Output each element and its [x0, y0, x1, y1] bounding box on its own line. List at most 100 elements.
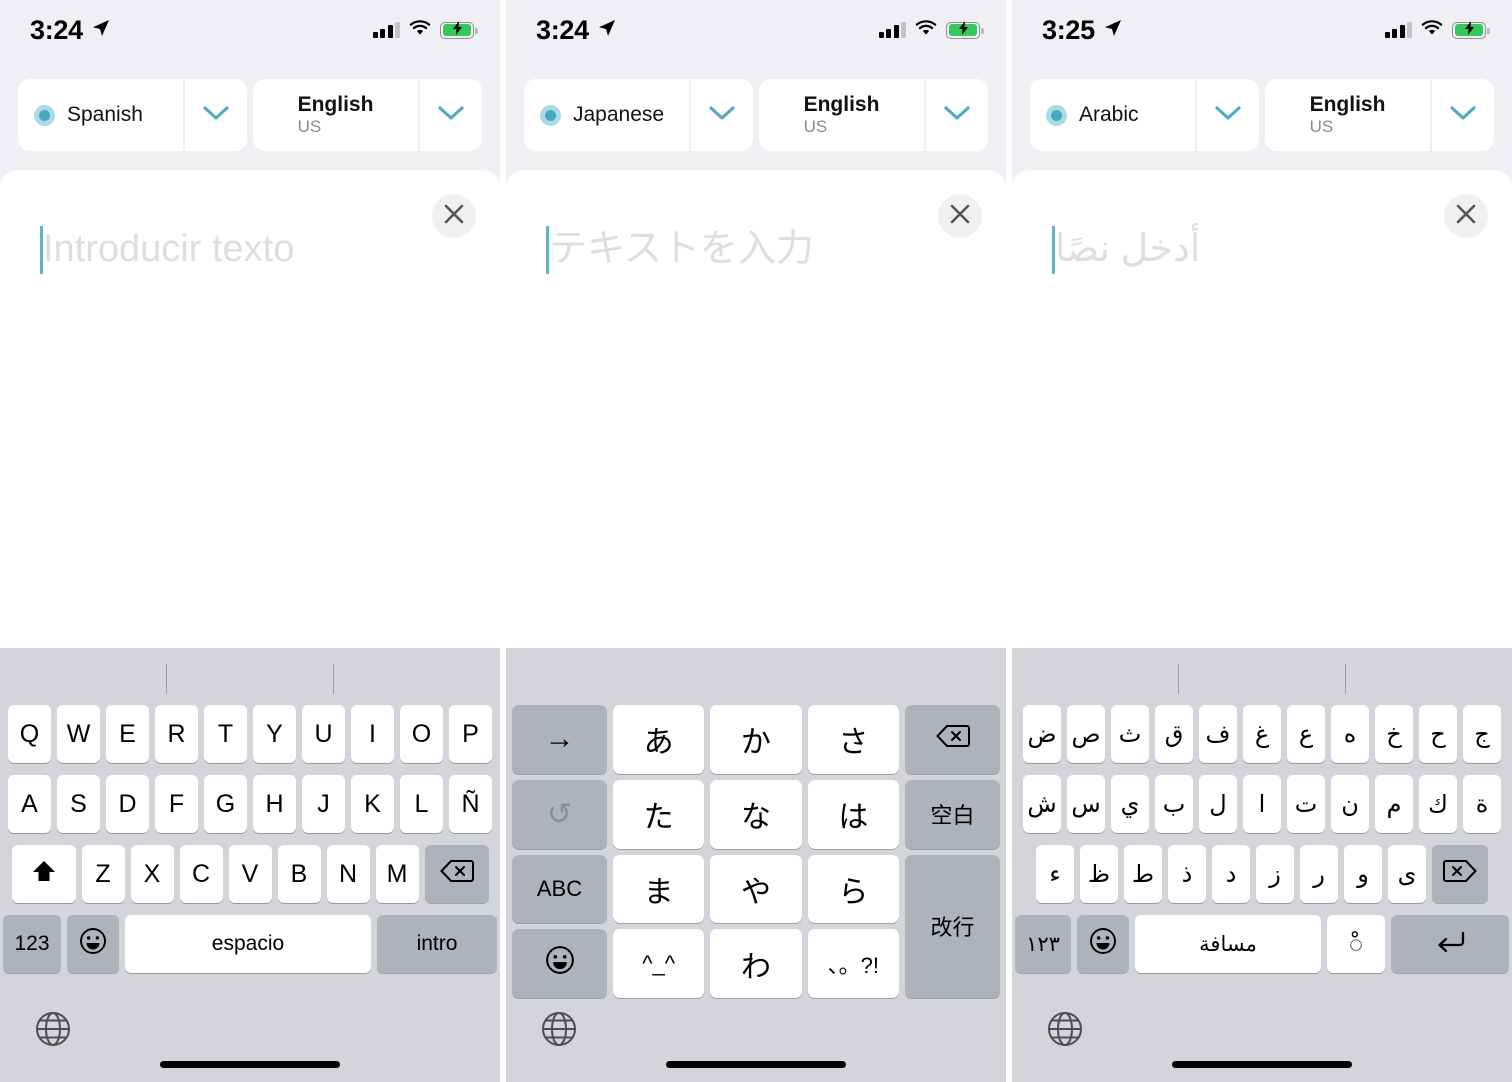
return-key[interactable]: intro — [377, 915, 497, 973]
emoji-key[interactable] — [1077, 915, 1129, 973]
kana-ya-key[interactable]: や — [710, 854, 802, 924]
key-f[interactable]: F — [155, 775, 198, 833]
key-ta-marbuta[interactable]: ة — [1463, 775, 1501, 833]
delete-key[interactable] — [1432, 845, 1488, 903]
kana-ra-key[interactable]: ら — [807, 854, 899, 924]
key-d[interactable]: D — [106, 775, 149, 833]
key-fa[interactable]: ف — [1199, 705, 1237, 763]
key-y[interactable]: Y — [253, 705, 296, 763]
key-o[interactable]: O — [400, 705, 443, 763]
globe-icon[interactable] — [34, 1010, 72, 1053]
source-language-display[interactable]: Spanish — [18, 79, 183, 151]
source-language-selector[interactable]: Arabic — [1030, 79, 1259, 151]
key-hamza[interactable]: ء — [1036, 845, 1074, 903]
key-r[interactable]: R — [155, 705, 198, 763]
target-language-dropdown-button[interactable] — [1432, 79, 1494, 151]
suggestion-bar[interactable] — [506, 648, 1006, 705]
clear-text-button[interactable] — [1444, 194, 1488, 238]
key-alef[interactable]: ا — [1243, 775, 1281, 833]
space-key[interactable]: مسافة — [1135, 915, 1321, 973]
key-seen[interactable]: س — [1067, 775, 1105, 833]
target-language-selector[interactable]: English US — [253, 79, 482, 151]
key-q[interactable]: Q — [8, 705, 51, 763]
key-u[interactable]: U — [302, 705, 345, 763]
key-k[interactable]: K — [351, 775, 394, 833]
key-alef-maqsura[interactable]: ى — [1388, 845, 1426, 903]
keyboard-japanese[interactable]: → あ か さ ↺ た な は 空白 ABC ま や ら 改行 ^_^ わ 、。… — [506, 648, 1006, 1082]
punctuation-key[interactable]: 、。?! — [807, 929, 899, 998]
delete-key[interactable] — [424, 845, 489, 903]
kana-sa-key[interactable]: さ — [807, 705, 899, 774]
keyboard-spanish[interactable]: Q W E R T Y U I O P A S D F G H J K L Ñ … — [0, 648, 500, 1082]
key-dhal[interactable]: ذ — [1168, 845, 1206, 903]
key-waw[interactable]: و — [1344, 845, 1382, 903]
key-dal[interactable]: د — [1212, 845, 1250, 903]
text-input-field[interactable]: أدخل نصًا — [1052, 226, 1472, 274]
key-v[interactable]: V — [228, 845, 272, 903]
source-language-display[interactable]: Arabic — [1030, 79, 1195, 151]
numbers-key[interactable]: 123 — [3, 915, 61, 973]
key-enye[interactable]: Ñ — [449, 775, 492, 833]
key-t[interactable]: T — [204, 705, 247, 763]
key-m[interactable]: M — [375, 845, 419, 903]
globe-icon[interactable] — [540, 1010, 578, 1053]
source-language-display[interactable]: Japanese — [524, 79, 689, 151]
target-language-display[interactable]: English US — [1265, 79, 1430, 151]
kana-na-key[interactable]: な — [710, 779, 802, 849]
key-zah[interactable]: ظ — [1080, 845, 1118, 903]
globe-icon[interactable] — [1046, 1010, 1084, 1053]
kana-a-key[interactable]: あ — [613, 705, 705, 774]
key-ain[interactable]: ع — [1287, 705, 1325, 763]
home-indicator[interactable] — [160, 1061, 340, 1068]
emoji-key[interactable] — [67, 915, 119, 973]
clear-text-button[interactable] — [938, 194, 982, 238]
kana-ma-key[interactable]: ま — [613, 854, 705, 924]
clear-text-button[interactable] — [432, 194, 476, 238]
undo-key[interactable]: ↺ — [512, 779, 607, 849]
key-sheen[interactable]: ش — [1023, 775, 1061, 833]
key-hah[interactable]: ح — [1419, 705, 1457, 763]
text-input-card[interactable]: Introducir texto — [0, 170, 500, 648]
key-noon[interactable]: ن — [1331, 775, 1369, 833]
target-language-selector[interactable]: English US — [759, 79, 988, 151]
key-ghain[interactable]: غ — [1243, 705, 1281, 763]
key-w[interactable]: W — [57, 705, 100, 763]
target-language-dropdown-button[interactable] — [420, 79, 482, 151]
abc-key[interactable]: ABC — [512, 854, 607, 924]
kana-ka-key[interactable]: か — [710, 705, 802, 774]
text-input-card[interactable]: テキストを入力 — [506, 170, 1006, 648]
key-e[interactable]: E — [106, 705, 149, 763]
key-ba[interactable]: ب — [1155, 775, 1193, 833]
key-z[interactable]: Z — [81, 845, 125, 903]
target-language-display[interactable]: English US — [759, 79, 924, 151]
key-l[interactable]: L — [400, 775, 443, 833]
key-qaf[interactable]: ق — [1155, 705, 1193, 763]
source-language-dropdown-button[interactable] — [185, 79, 247, 151]
text-input-field[interactable]: テキストを入力 — [546, 226, 966, 274]
source-language-selector[interactable]: Spanish — [18, 79, 247, 151]
key-sad[interactable]: ص — [1067, 705, 1105, 763]
suggestion-bar[interactable] — [1012, 648, 1512, 705]
source-language-selector[interactable]: Japanese — [524, 79, 753, 151]
kana-wa-key[interactable]: わ — [710, 929, 802, 998]
diacritic-key[interactable]: ْ◌ — [1327, 915, 1385, 973]
key-h[interactable]: H — [253, 775, 296, 833]
kana-ta-key[interactable]: た — [613, 779, 705, 849]
key-tah[interactable]: ط — [1124, 845, 1162, 903]
home-indicator[interactable] — [1172, 1061, 1352, 1068]
emoji-key[interactable] — [512, 929, 607, 998]
space-key[interactable]: 空白 — [905, 779, 1000, 849]
space-key[interactable]: espacio — [125, 915, 371, 973]
key-p[interactable]: P — [449, 705, 492, 763]
key-c[interactable]: C — [179, 845, 223, 903]
key-a[interactable]: A — [8, 775, 51, 833]
key-zain[interactable]: ز — [1256, 845, 1294, 903]
key-tha[interactable]: ث — [1111, 705, 1149, 763]
key-lam[interactable]: ل — [1199, 775, 1237, 833]
shift-key[interactable] — [11, 845, 76, 903]
keyboard-arabic[interactable]: ض ص ث ق ف غ ع ه خ ح ج ش س ي ب ل ا ت ن م … — [1012, 648, 1512, 1082]
suggestion-bar[interactable] — [0, 648, 500, 705]
key-ta[interactable]: ت — [1287, 775, 1325, 833]
key-meem[interactable]: م — [1375, 775, 1413, 833]
cursor-right-key[interactable]: → — [512, 705, 607, 774]
